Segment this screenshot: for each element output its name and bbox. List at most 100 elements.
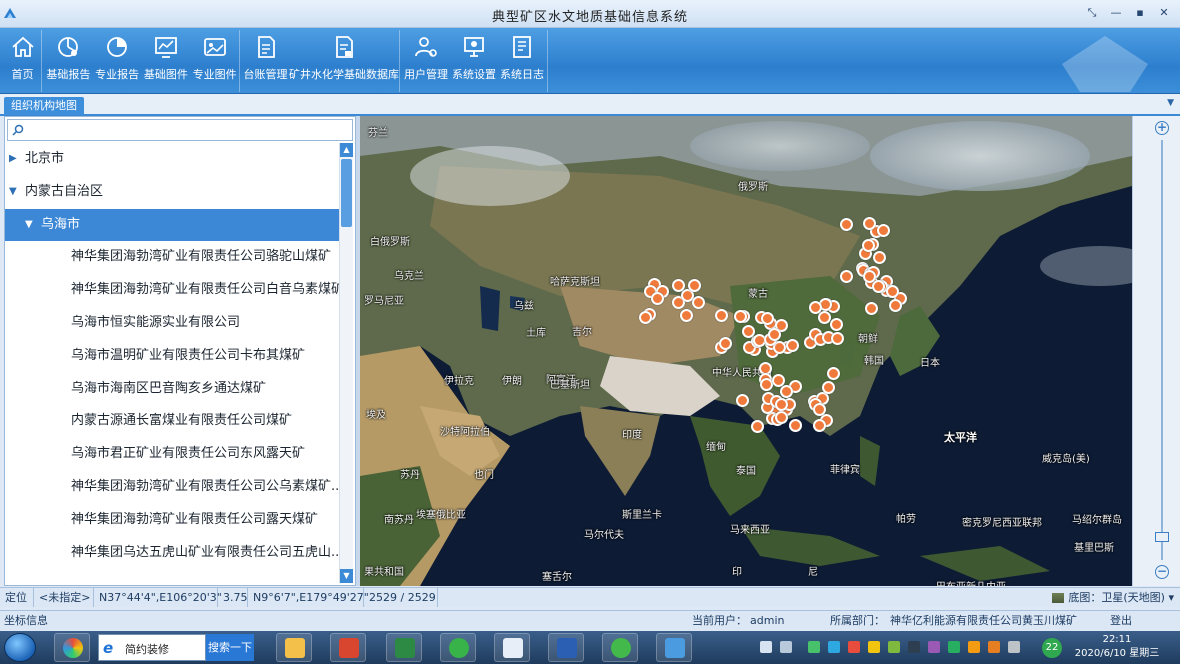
mine-location-pin[interactable] (768, 328, 781, 341)
tree-item-mine[interactable]: 神华集团乌达五虎山矿业有限责任公司五虎山... (5, 537, 339, 569)
mine-location-pin[interactable] (889, 299, 902, 312)
pen-icon[interactable] (780, 641, 792, 653)
app-tray-icon[interactable] (928, 641, 940, 653)
toolbar-basic-report-button[interactable]: 基础报告 (44, 30, 93, 92)
taskbar-word[interactable] (548, 633, 584, 662)
zoom-slider-track[interactable] (1161, 140, 1163, 560)
taskbar-excel[interactable] (386, 633, 422, 662)
mine-location-pin[interactable] (775, 411, 788, 424)
mine-location-pin[interactable] (813, 419, 826, 432)
scroll-up-icon[interactable]: ▲ (340, 143, 353, 157)
scroll-thumb[interactable] (341, 159, 352, 227)
mine-location-pin[interactable] (692, 296, 705, 309)
mine-location-pin[interactable] (639, 311, 652, 324)
tree-item-mine[interactable]: 神华集团海勃湾矿业有限责任公司公乌素煤矿... (5, 471, 339, 503)
battery-icon[interactable] (808, 641, 820, 653)
mine-location-pin[interactable] (786, 339, 799, 352)
maximize-button[interactable]: ▪ (1130, 4, 1150, 22)
tree-item-mine[interactable]: 神华集团海勃湾矿业有限责任公司骆驼山煤矿 (5, 241, 339, 273)
tree-item-region[interactable]: ▼ 乌海市 (5, 208, 339, 241)
toolbar-pro-figure-button[interactable]: 专业图件 (190, 30, 239, 92)
shield-icon[interactable] (888, 641, 900, 653)
tree-item-mine[interactable]: 神华集团海勃湾矿业有限责任公司露天煤矿 (5, 504, 339, 536)
minimize-button[interactable]: — (1106, 4, 1126, 22)
tree-item-mine[interactable]: 乌海市恒实能源实业有限公司 (5, 307, 339, 339)
tree-item-mine[interactable]: 神华集团海勃湾矿业有限责任公司白音乌素煤矿 (5, 274, 339, 306)
mine-location-pin[interactable] (672, 279, 685, 292)
mine-location-pin[interactable] (827, 367, 840, 380)
mine-location-pin[interactable] (840, 270, 853, 283)
tree-item-region[interactable]: ▼ 内蒙古自治区 (5, 176, 339, 208)
org-map[interactable]: 芬兰 俄罗斯 白俄罗斯 乌克兰 哈萨克斯坦 罗马尼亚 蒙古 乌兹 土库 吉尔 阿富汗 伊朗 伊拉克 巴基斯… (360, 116, 1132, 586)
mine-location-pin[interactable] (818, 311, 831, 324)
taskbar-browser[interactable] (440, 633, 476, 662)
system-clock[interactable]: 22:11 2020/6/10 星期三 (1072, 633, 1162, 661)
mine-location-pin[interactable] (886, 285, 899, 298)
mine-location-pin[interactable] (862, 239, 875, 252)
scroll-down-icon[interactable]: ▼ (340, 569, 353, 583)
zoom-in-icon[interactable]: + (1155, 121, 1169, 135)
taskbar-document[interactable] (494, 633, 530, 662)
toolbar-user-management-button[interactable]: 用户管理 (402, 30, 450, 92)
mine-location-pin[interactable] (736, 394, 749, 407)
tree-item-mine[interactable]: 乌海市海南区巴音陶亥乡通达煤矿 (5, 373, 339, 405)
mine-location-pin[interactable] (719, 337, 732, 350)
basemap-selector[interactable]: 底图：卫星(天地图) ▾ (1052, 588, 1174, 607)
browser-search-box[interactable]: e 简约装修 (98, 634, 206, 661)
mine-location-pin[interactable] (688, 279, 701, 292)
close-button[interactable]: ✕ (1154, 4, 1174, 22)
taskbar-app-red[interactable] (330, 633, 366, 662)
toolbar-ledger-button[interactable]: 台账管理 (242, 30, 289, 92)
antivirus-icon[interactable] (968, 641, 980, 653)
taskbar-active-app[interactable] (656, 633, 692, 662)
start-button[interactable] (4, 633, 36, 662)
zoom-slider-knob[interactable] (1155, 532, 1169, 542)
update-icon[interactable] (988, 641, 1000, 653)
mine-location-pin[interactable] (877, 224, 890, 237)
mine-location-pin[interactable] (651, 292, 664, 305)
tab-org-map[interactable]: 组织机构地图 (4, 97, 84, 115)
chat-icon[interactable] (828, 641, 840, 653)
tree-item-mine[interactable]: 乌海市君正矿业有限责任公司东风露天矿 (5, 438, 339, 470)
mine-location-pin[interactable] (789, 419, 802, 432)
mine-location-pin[interactable] (822, 381, 835, 394)
expand-arrow-icon[interactable]: ▼ (9, 176, 17, 208)
toolbar-home-button[interactable]: 首页 (4, 30, 41, 92)
browser-search-button[interactable]: 搜索一下 (206, 634, 254, 661)
mine-location-pin[interactable] (872, 280, 885, 293)
volume-icon[interactable] (1008, 641, 1020, 653)
mine-location-pin[interactable] (734, 310, 747, 323)
taskbar-app-colorful[interactable] (54, 633, 90, 662)
tree-item-mine[interactable]: 内蒙古源通长富煤业有限责任公司煤矿 (5, 405, 339, 437)
taskbar-explorer[interactable] (276, 633, 312, 662)
mine-location-pin[interactable] (863, 217, 876, 230)
tree-item-region[interactable]: ▶ 北京市 (5, 143, 339, 175)
mine-location-pin[interactable] (831, 332, 844, 345)
tree-scrollbar[interactable]: ▲ ▼ (339, 143, 353, 583)
nvidia-icon[interactable] (908, 641, 920, 653)
security-icon[interactable] (868, 641, 880, 653)
mine-location-pin[interactable] (780, 385, 793, 398)
taskbar-wechat[interactable] (602, 633, 638, 662)
mine-location-pin[interactable] (680, 309, 693, 322)
expand-arrow-icon[interactable]: ▼ (25, 209, 33, 241)
keyboard-icon[interactable] (760, 641, 772, 653)
toolbar-system-settings-button[interactable]: 系统设置 (450, 30, 498, 92)
mine-location-pin[interactable] (809, 301, 822, 314)
mine-location-pin[interactable] (751, 420, 764, 433)
zoom-out-icon[interactable]: − (1155, 565, 1169, 579)
mine-location-pin[interactable] (775, 398, 788, 411)
network-icon[interactable] (948, 641, 960, 653)
tree-search-input[interactable] (28, 121, 348, 139)
toolbar-pro-report-button[interactable]: 专业报告 (93, 30, 142, 92)
toolbar-water-chem-db-button[interactable]: 矿井水化学基础数据库 (289, 30, 399, 92)
mine-location-pin[interactable] (813, 403, 826, 416)
toolbar-basic-figure-button[interactable]: 基础图件 (142, 30, 191, 92)
toolbar-system-log-button[interactable]: 系统日志 (498, 30, 546, 92)
tree-item-mine[interactable]: 乌海市温明矿业有限责任公司卡布其煤矿 (5, 340, 339, 372)
mine-location-pin[interactable] (873, 251, 886, 264)
mine-location-pin[interactable] (830, 318, 843, 331)
locate-button[interactable]: 定位 (0, 588, 34, 607)
notification-badge[interactable]: 22 (1042, 638, 1062, 658)
tab-list-dropdown-icon[interactable]: ▼ (1167, 98, 1174, 108)
